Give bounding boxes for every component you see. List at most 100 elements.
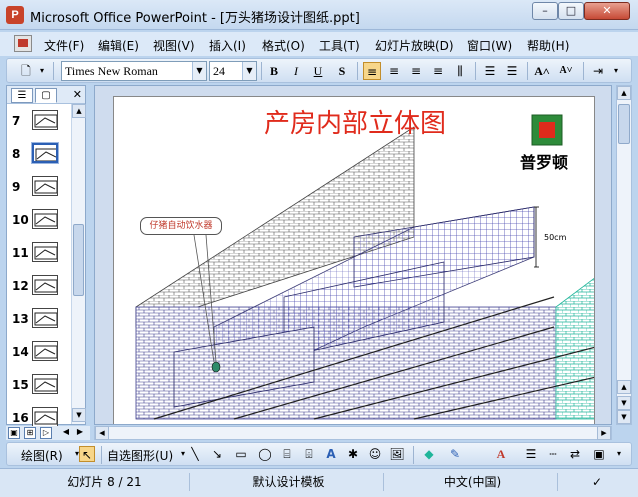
toolbar-options-arrow-icon[interactable]: ▾ <box>611 446 627 462</box>
menu-file[interactable]: 文件(F) <box>44 37 84 54</box>
rectangle-tool-icon[interactable]: ▭ <box>233 446 249 462</box>
thumbnail-scrollbar[interactable]: ▲ ▼ <box>71 104 86 424</box>
powerpoint-app-icon[interactable]: P <box>6 6 24 24</box>
bold-button[interactable]: B <box>265 62 283 80</box>
menu-view[interactable]: 视图(V) <box>153 37 195 54</box>
shadow-style-icon[interactable]: ▣ <box>591 446 607 462</box>
slide-thumbnail[interactable]: 15 <box>7 370 71 400</box>
normal-view-icon[interactable]: ▣ <box>8 427 20 439</box>
menu-slideshow[interactable]: 幻灯片放映(D) <box>375 37 454 54</box>
slide-preview[interactable] <box>32 308 58 328</box>
menu-tools[interactable]: 工具(T) <box>319 37 360 54</box>
slide-canvas[interactable]: 产房内部立体图 普罗顿 仔猪自动饮水器 50cm <box>113 96 595 424</box>
picture-icon[interactable]: 🖼 <box>389 446 405 462</box>
slide-thumbnail[interactable]: 10 <box>7 205 71 235</box>
menu-edit[interactable]: 编辑(E) <box>98 37 139 54</box>
close-button[interactable]: ✕ <box>584 2 630 20</box>
autoshapes-button[interactable]: 自选图形(U) <box>107 447 173 464</box>
slide-preview[interactable] <box>32 341 58 361</box>
font-size-select[interactable]: 24 ▼ <box>209 61 257 81</box>
slide-preview[interactable] <box>31 142 59 164</box>
spelling-status-icon[interactable]: ✓ <box>562 473 632 491</box>
menu-insert[interactable]: 插入(I) <box>209 37 246 54</box>
slide-preview[interactable] <box>32 374 58 394</box>
slide-thumbnail[interactable]: 12 <box>7 271 71 301</box>
textbox-tool-icon[interactable]: ⌸ <box>279 446 295 462</box>
new-document-icon[interactable]: 🗋 <box>17 62 35 80</box>
oval-tool-icon[interactable]: ◯ <box>257 446 273 462</box>
scroll-right-icon[interactable]: ▶ <box>74 427 86 439</box>
scroll-left-icon[interactable]: ◀ <box>60 427 72 439</box>
arrow-style-icon[interactable]: ⇄ <box>567 446 583 462</box>
vertical-textbox-icon[interactable]: ⌹ <box>301 446 317 462</box>
slides-tab-icon[interactable]: ▢ <box>35 88 57 103</box>
chevron-down-icon[interactable]: ▼ <box>242 62 256 80</box>
menu-format[interactable]: 格式(O) <box>262 37 305 54</box>
arrow-tool-icon[interactable]: ↘ <box>209 446 225 462</box>
scroll-down-icon[interactable]: ▼ <box>617 410 631 424</box>
close-icon[interactable]: ✕ <box>73 88 82 101</box>
slide-thumbnail[interactable]: 8 <box>7 139 71 169</box>
slideshow-icon[interactable]: ▷ <box>40 427 52 439</box>
slide-preview[interactable] <box>32 209 58 229</box>
scroll-left-icon[interactable]: ◀ <box>95 426 109 440</box>
slide-preview[interactable] <box>32 407 58 427</box>
water-dispenser-callout[interactable]: 仔猪自动饮水器 <box>140 217 222 235</box>
diagram-icon[interactable]: ✱ <box>345 446 361 462</box>
decrease-font-icon[interactable]: A˅ <box>557 62 575 80</box>
font-name-select[interactable]: Times New Roman ▼ <box>61 61 207 81</box>
maximize-button[interactable]: □ <box>558 2 584 20</box>
slide-title[interactable]: 产房内部立体图 <box>264 103 446 140</box>
shadow-button[interactable]: S <box>333 62 351 80</box>
slide-sorter-icon[interactable]: ⊞ <box>24 427 36 439</box>
slide-preview[interactable] <box>32 110 58 130</box>
slide-thumbnail[interactable]: 7 <box>7 106 71 136</box>
dash-style-icon[interactable]: ┄ <box>545 446 561 462</box>
previous-slide-icon[interactable]: ▲ <box>617 380 631 394</box>
align-center-icon[interactable]: ≡ <box>385 62 403 80</box>
align-left-icon[interactable]: ≡ <box>363 62 381 80</box>
scroll-down-icon[interactable]: ▼ <box>72 408 86 422</box>
scroll-thumb[interactable] <box>618 104 630 144</box>
toolbar-options-arrow-icon[interactable]: ▾ <box>611 62 621 80</box>
slide-preview[interactable] <box>32 275 58 295</box>
increase-font-icon[interactable]: A˄ <box>533 62 551 80</box>
align-right-icon[interactable]: ≡ <box>407 62 425 80</box>
design-template-name[interactable]: 默认设计模板 <box>194 473 384 491</box>
scroll-up-icon[interactable]: ▲ <box>72 104 86 118</box>
select-pointer-icon[interactable]: ↖ <box>79 446 95 462</box>
columns-icon[interactable]: ⫼ <box>451 62 469 80</box>
slide-thumbnail[interactable]: 11 <box>7 238 71 268</box>
document-menu-icon[interactable] <box>14 35 32 52</box>
numbered-list-icon[interactable]: ☰ <box>481 62 499 80</box>
font-color-icon[interactable]: A <box>493 446 509 462</box>
line-style-icon[interactable]: ☰ <box>523 446 539 462</box>
scroll-thumb[interactable] <box>73 224 84 296</box>
chevron-down-icon[interactable]: ▼ <box>192 62 206 80</box>
underline-button[interactable]: U <box>309 62 327 80</box>
next-slide-icon[interactable]: ▼ <box>617 396 631 410</box>
draw-menu-button[interactable]: 绘图(R) <box>21 447 63 464</box>
slide-preview[interactable] <box>32 176 58 196</box>
distribute-icon[interactable]: ≡ <box>429 62 447 80</box>
line-color-icon[interactable]: ✎ <box>447 446 463 462</box>
slide-thumbnail[interactable]: 14 <box>7 337 71 367</box>
scroll-right-icon[interactable]: ▶ <box>597 426 611 440</box>
toolbar-options-arrow-icon[interactable]: ▾ <box>37 62 47 80</box>
italic-button[interactable]: I <box>287 62 305 80</box>
slide-thumbnail[interactable]: 13 <box>7 304 71 334</box>
slide-scrollbar[interactable]: ▲ ▲ ▼ ▼ <box>616 85 632 425</box>
menu-help[interactable]: 帮助(H) <box>527 37 569 54</box>
scroll-up-icon[interactable]: ▲ <box>617 86 631 100</box>
minimize-button[interactable]: – <box>532 2 558 20</box>
slide-thumbnail[interactable]: 9 <box>7 172 71 202</box>
slide-preview[interactable] <box>32 242 58 262</box>
bullet-list-icon[interactable]: ☰ <box>503 62 521 80</box>
fill-color-icon[interactable]: ◆ <box>421 446 437 462</box>
outline-tab-icon[interactable]: ☰ <box>11 88 33 103</box>
menu-window[interactable]: 窗口(W) <box>467 37 512 54</box>
wordart-icon[interactable]: A <box>323 446 339 462</box>
clipart-icon[interactable]: ☺ <box>367 446 383 462</box>
indent-icon[interactable]: ⇥ <box>589 62 607 80</box>
line-tool-icon[interactable]: ╲ <box>187 446 203 462</box>
